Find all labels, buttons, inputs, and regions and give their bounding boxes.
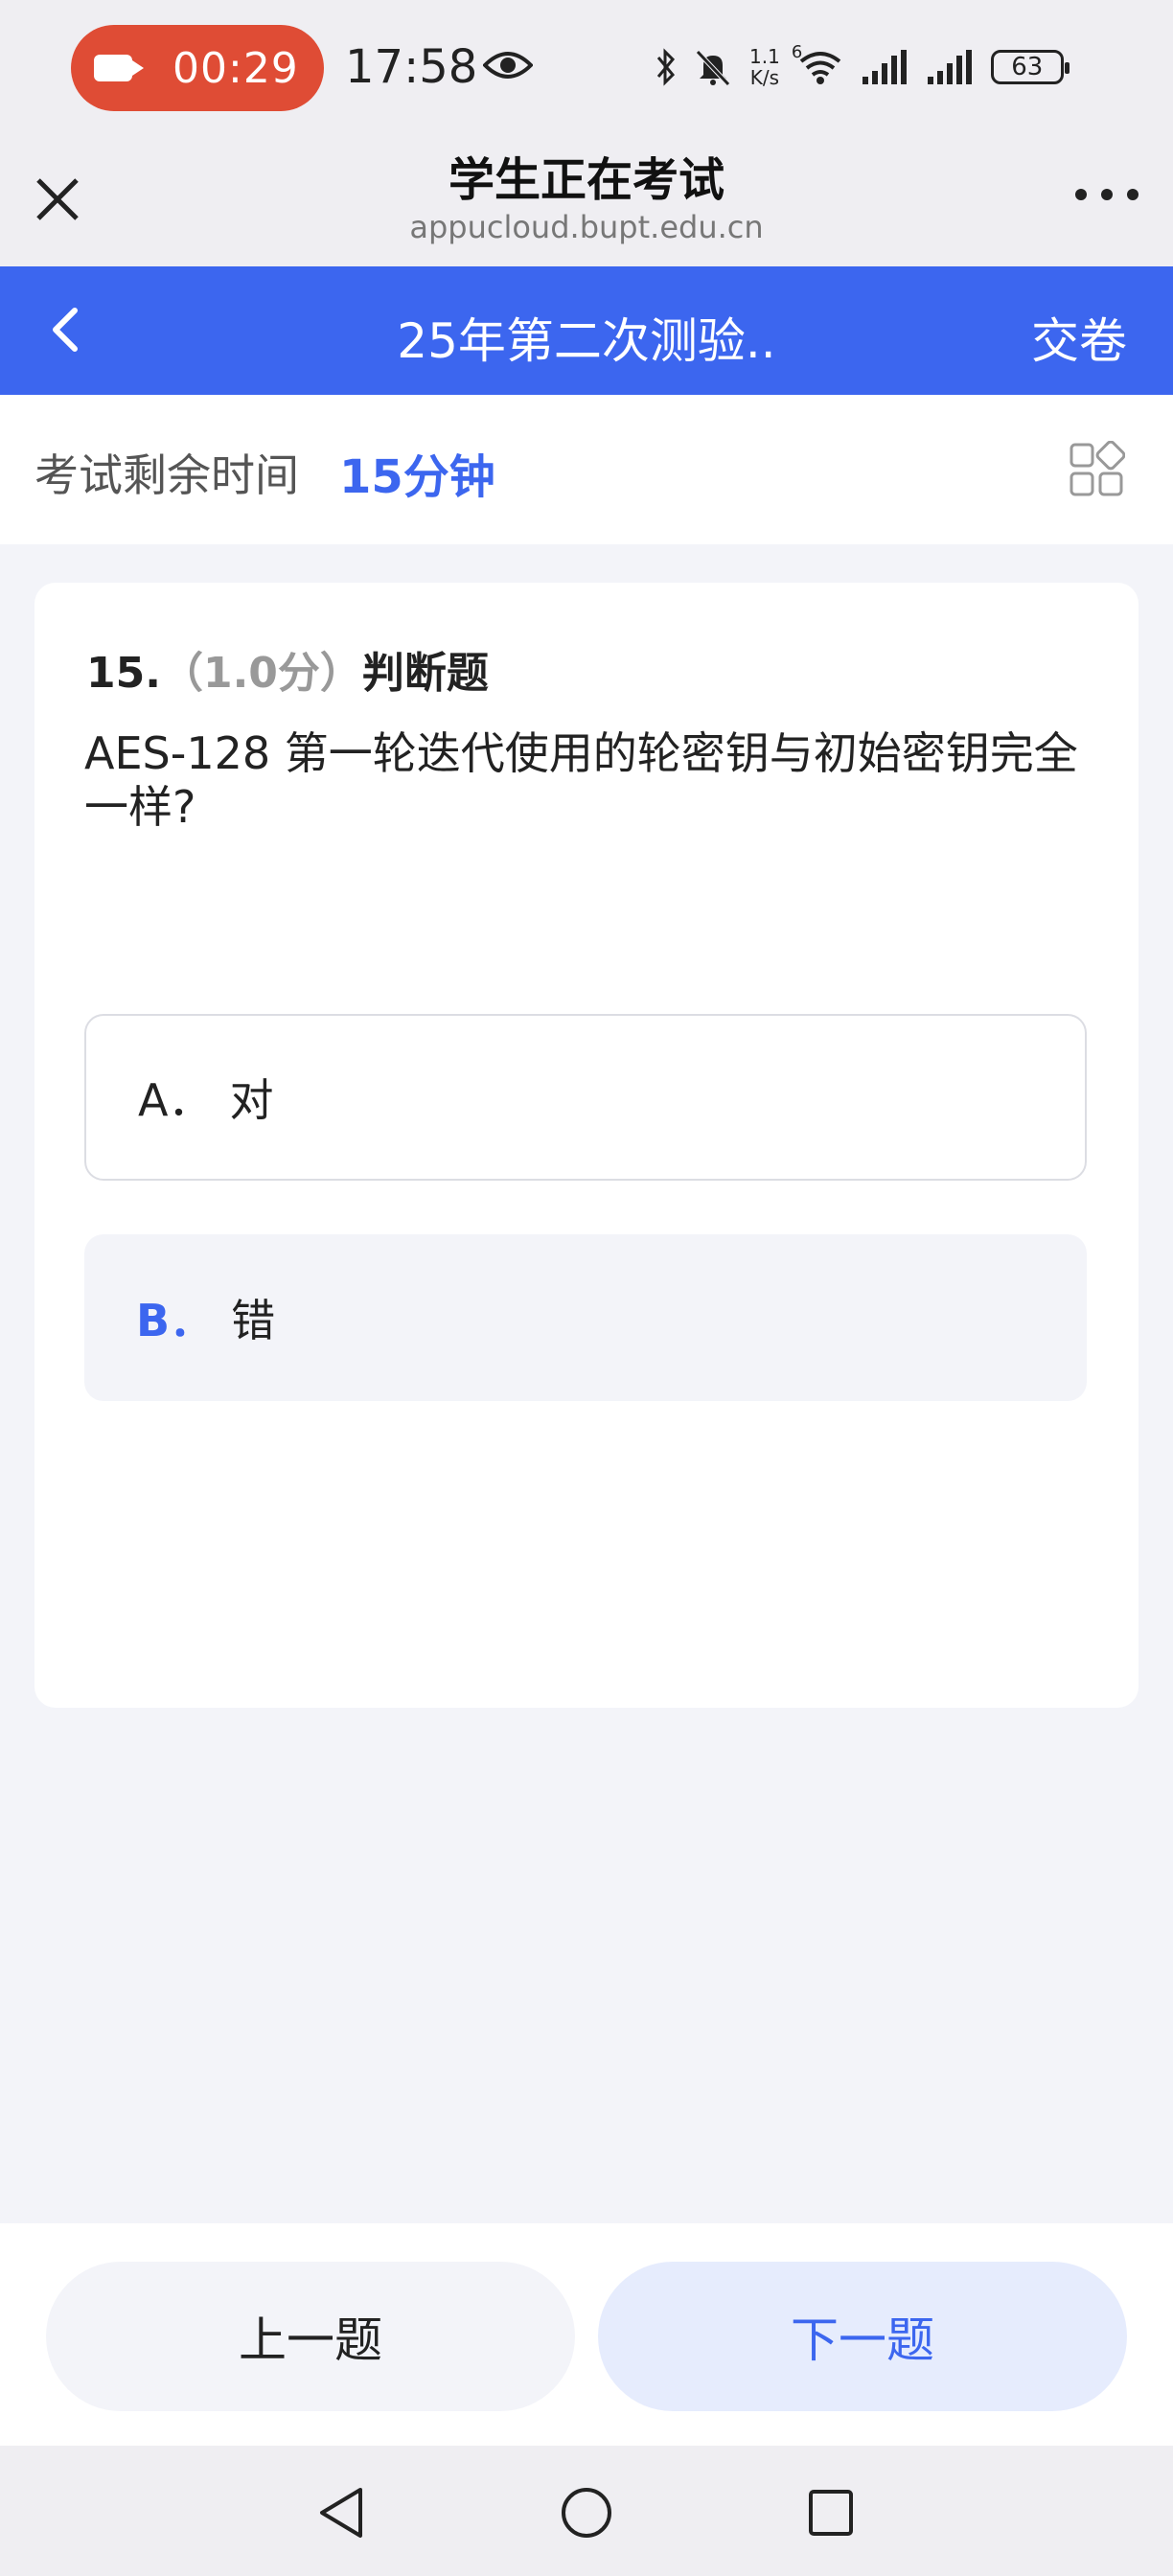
page-title: 学生正在考试 bbox=[448, 153, 724, 207]
option-label: 对 bbox=[229, 1074, 274, 1126]
camera-icon bbox=[94, 55, 144, 81]
network-speed-unit: K/s bbox=[749, 66, 780, 89]
question-score: （1.0分） bbox=[160, 649, 362, 698]
exam-title: 25年第二次测验.. bbox=[397, 313, 776, 369]
system-nav-bar bbox=[0, 2446, 1173, 2576]
question-card: 15.（1.0分）判断题 AES-128 第一轮迭代使用的轮密钥与初始密钥完全一… bbox=[34, 583, 1138, 1708]
wifi-badge: 6 bbox=[791, 42, 803, 62]
home-circle-icon[interactable] bbox=[560, 2486, 613, 2540]
option-letter: B． bbox=[136, 1295, 215, 1346]
previous-question-button[interactable]: 上一题 bbox=[46, 2262, 575, 2411]
clock: 17:58 bbox=[345, 40, 478, 94]
exam-nav-bar: 25年第二次测验.. 交卷 bbox=[0, 266, 1173, 395]
wifi-icon bbox=[799, 52, 841, 84]
battery-level: 63 bbox=[1011, 53, 1044, 81]
bluetooth-icon bbox=[656, 48, 676, 86]
recents-square-icon[interactable] bbox=[807, 2486, 855, 2540]
option-b[interactable]: B． 错 bbox=[84, 1234, 1087, 1401]
question-type: 判断题 bbox=[361, 649, 489, 698]
option-a[interactable]: A． 对 bbox=[84, 1014, 1087, 1181]
mute-icon bbox=[696, 50, 730, 86]
back-triangle-icon[interactable] bbox=[316, 2486, 366, 2540]
network-speed-value: 1.1 bbox=[749, 45, 780, 68]
timer-bar: 考试剩余时间 15分钟 bbox=[0, 395, 1173, 544]
eye-icon bbox=[483, 52, 533, 79]
browser-header: 学生正在考试 appucloud.bupt.edu.cn bbox=[0, 132, 1173, 266]
network-speed: 1.1 K/s bbox=[749, 46, 780, 88]
signal-icon bbox=[862, 50, 907, 84]
remaining-time-label: 考试剩余时间 bbox=[34, 449, 299, 501]
page-url: appucloud.bupt.edu.cn bbox=[409, 209, 764, 245]
more-options-icon[interactable] bbox=[1075, 180, 1138, 209]
wifi-indicator: 6 bbox=[792, 42, 843, 86]
status-bar: 00:29 17:58 1.1 K/s 6 63 bbox=[0, 0, 1173, 132]
recording-time: 00:29 bbox=[172, 43, 299, 93]
question-grid-icon[interactable] bbox=[1068, 441, 1125, 498]
question-text: AES-128 第一轮迭代使用的轮密钥与初始密钥完全一样? bbox=[84, 727, 1078, 833]
question-number: 15. bbox=[86, 649, 161, 698]
option-label: 错 bbox=[231, 1295, 276, 1346]
question-header: 15.（1.0分）判断题 bbox=[86, 638, 489, 700]
submit-exam-button[interactable]: 交卷 bbox=[1031, 303, 1127, 372]
remaining-time-value: 15分钟 bbox=[339, 450, 495, 504]
battery-icon: 63 bbox=[990, 50, 1070, 84]
status-icons: 1.1 K/s 6 63 bbox=[656, 38, 1070, 96]
action-bar: 上一题 下一题 bbox=[0, 2223, 1173, 2446]
signal-icon bbox=[927, 50, 972, 84]
screen-recording-indicator[interactable]: 00:29 bbox=[71, 25, 324, 111]
next-question-button[interactable]: 下一题 bbox=[598, 2262, 1127, 2411]
option-letter: A． bbox=[138, 1074, 213, 1126]
